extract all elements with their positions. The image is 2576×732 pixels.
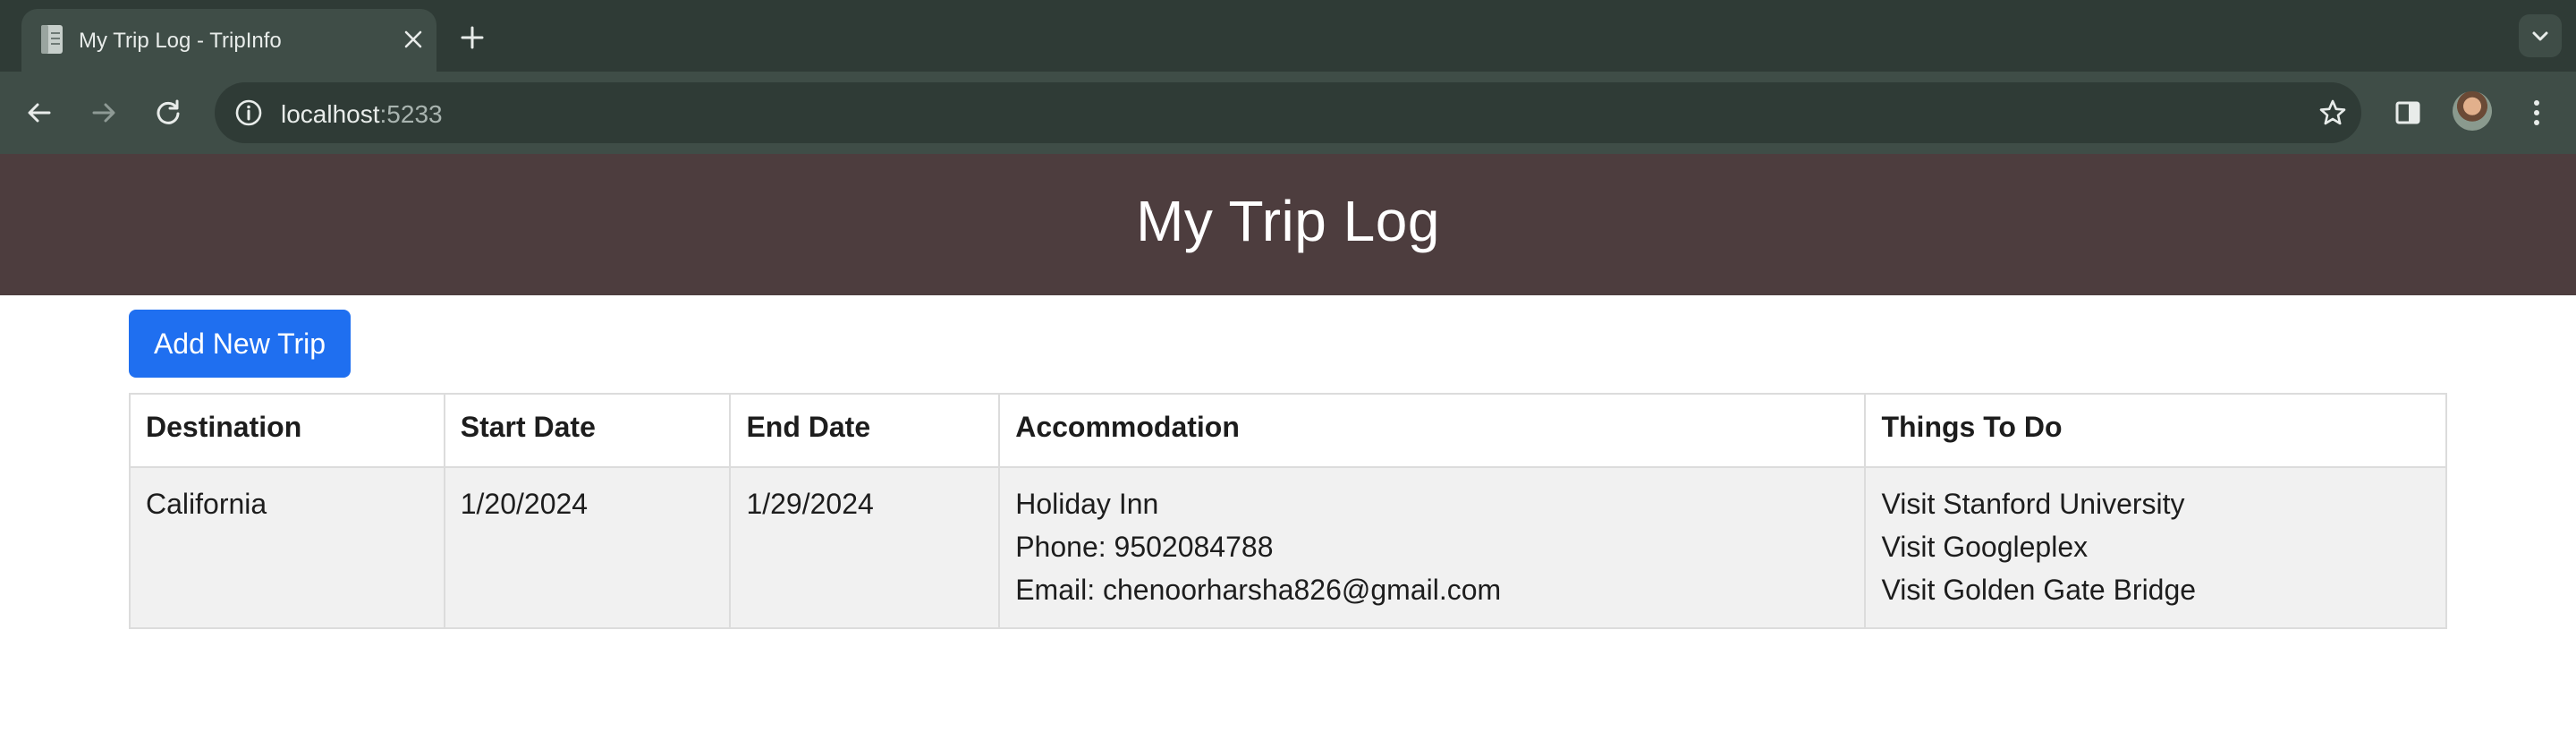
close-tab-icon[interactable] — [397, 23, 429, 55]
accommodation-email: Email: chenoorharsha826@gmail.com — [1015, 574, 1502, 606]
forward-arrow-icon[interactable] — [86, 95, 122, 131]
page-title: My Trip Log — [1136, 189, 1440, 253]
column-header-start-date: Start Date — [443, 393, 732, 468]
url-host: localhost — [281, 100, 380, 128]
document-icon — [38, 23, 68, 55]
back-arrow-icon[interactable] — [21, 95, 57, 131]
accommodation-name: Holiday Inn — [1015, 488, 1159, 520]
more-vertical-icon[interactable] — [2519, 95, 2555, 131]
add-new-trip-button[interactable]: Add New Trip — [129, 310, 351, 378]
new-tab-icon[interactable] — [454, 20, 490, 55]
side-panel-icon[interactable] — [2390, 95, 2426, 131]
site-info-icon[interactable] — [231, 95, 267, 131]
address-bar[interactable]: localhost:5233 — [215, 82, 2361, 143]
table-header-row: Destination Start Date End Date Accommod… — [129, 393, 2447, 468]
browser-tab-strip: My Trip Log - TripInfo — [0, 0, 2576, 72]
url-port: :5233 — [379, 100, 443, 128]
things-to-do-item: Visit Stanford University — [1881, 488, 2185, 520]
bookmark-star-icon[interactable] — [2315, 95, 2351, 131]
things-to-do-item: Visit Googleplex — [1881, 531, 2089, 563]
destination-cell: California — [129, 466, 445, 629]
column-header-destination: Destination — [129, 393, 445, 468]
trips-table: Destination Start Date End Date Accommod… — [129, 393, 2447, 629]
tab-search-chevron-icon[interactable] — [2519, 14, 2562, 57]
end-date-cell: 1/29/2024 — [729, 466, 1001, 629]
table-row: California 1/20/2024 1/29/2024 Holiday I… — [129, 466, 2447, 629]
accommodation-phone: Phone: 9502084788 — [1015, 531, 1274, 563]
things-to-do-item: Visit Golden Gate Bridge — [1881, 574, 2197, 606]
url-text: localhost:5233 — [281, 100, 443, 129]
browser-toolbar: localhost:5233 — [0, 72, 2576, 154]
accommodation-cell: Holiday Inn Phone: 9502084788 Email: che… — [998, 466, 1867, 629]
column-header-accommodation: Accommodation — [998, 393, 1867, 468]
start-date-cell: 1/20/2024 — [443, 466, 732, 629]
things-to-do-cell: Visit Stanford University Visit Googlepl… — [1864, 466, 2447, 629]
tab-title: My Trip Log - TripInfo — [79, 29, 282, 53]
column-header-things-to-do: Things To Do — [1864, 393, 2447, 468]
browser-tab[interactable]: My Trip Log - TripInfo — [21, 9, 436, 72]
profile-avatar[interactable] — [2453, 91, 2492, 131]
column-header-end-date: End Date — [729, 393, 1001, 468]
page-header: My Trip Log — [0, 154, 2576, 295]
reload-icon[interactable] — [150, 95, 186, 131]
